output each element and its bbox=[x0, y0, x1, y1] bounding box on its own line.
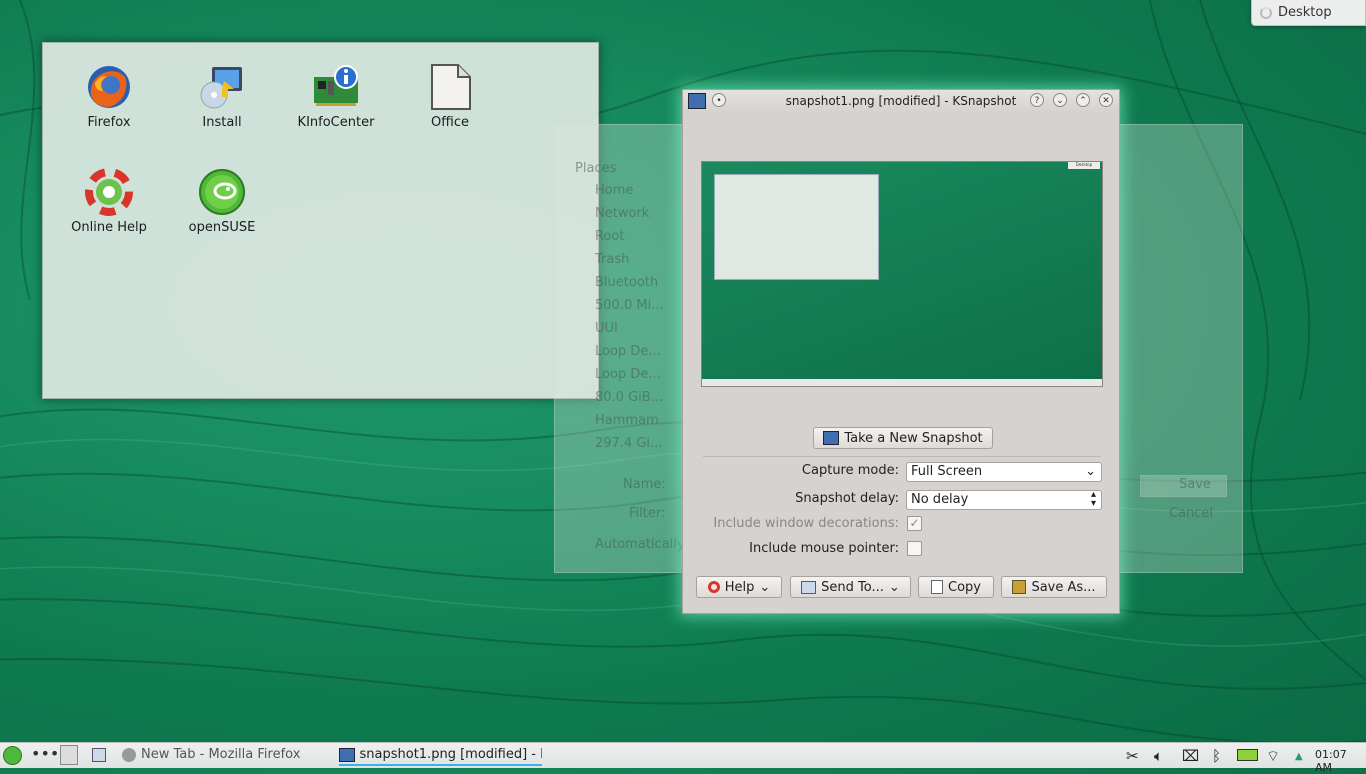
include-decorations-label: Include window decorations: bbox=[713, 516, 899, 531]
more-icon[interactable]: ••• bbox=[31, 744, 59, 763]
task-ksnapshot[interactable]: snapshot1.png [modified] - K bbox=[339, 745, 542, 766]
places-item: Hammam bbox=[595, 413, 659, 428]
install-icon bbox=[198, 63, 246, 111]
desktop-toolbox[interactable]: Desktop bbox=[1251, 0, 1366, 26]
desktop-icon-label: KInfoCenter bbox=[297, 115, 375, 130]
filter-label: Filter: bbox=[629, 506, 666, 521]
office-icon bbox=[426, 63, 474, 111]
ksnapshot-window: • snapshot1.png [modified] - KSnapshot ?… bbox=[682, 89, 1120, 614]
spin-arrows-icon[interactable]: ▴ ▾ bbox=[1091, 490, 1096, 509]
places-item: Home bbox=[595, 183, 634, 198]
desktop-icon-label: Install bbox=[202, 115, 242, 130]
desktop-icon-label: Firefox bbox=[87, 115, 131, 130]
capture-mode-label: Capture mode: bbox=[801, 463, 899, 478]
help-icon[interactable]: ? bbox=[1030, 93, 1044, 107]
application-launcher-icon[interactable] bbox=[3, 746, 22, 765]
name-label: Name: bbox=[623, 477, 666, 492]
task-label: New Tab - Mozilla Firefox bbox=[141, 747, 301, 762]
battery-icon[interactable] bbox=[1237, 749, 1258, 761]
camera-icon bbox=[823, 431, 840, 445]
save-label: Save bbox=[1179, 477, 1211, 492]
places-item: Loop De... bbox=[595, 367, 661, 382]
desktop-toolbox-icon bbox=[1260, 6, 1272, 19]
desktop-icon-office[interactable]: Office bbox=[405, 63, 495, 130]
take-new-snapshot-button[interactable]: Take a New Snapshot bbox=[813, 427, 993, 449]
ksnapshot-task-icon bbox=[339, 747, 355, 762]
places-item: 500.0 Mi... bbox=[595, 298, 664, 313]
desktop-icon-label: openSUSE bbox=[188, 220, 256, 235]
snapshot-delay-label: Snapshot delay: bbox=[795, 491, 899, 506]
copy-button[interactable]: Copy bbox=[918, 576, 994, 598]
cancel-label: Cancel bbox=[1169, 506, 1214, 521]
take-new-snapshot-label: Take a New Snapshot bbox=[844, 430, 983, 446]
separator bbox=[703, 456, 1101, 457]
include-decorations-checkbox[interactable]: ✓ bbox=[907, 516, 922, 531]
wifi-icon[interactable]: ⌔ bbox=[1266, 747, 1280, 766]
desktop-icon-kinfocenter[interactable]: KInfoCenter bbox=[291, 63, 381, 130]
save-as-label: Save As... bbox=[1031, 579, 1096, 595]
bluetooth-icon[interactable]: ᛒ bbox=[1212, 747, 1221, 765]
snapshot-delay-value: No delay bbox=[911, 492, 969, 507]
folder-view-widget: Firefox Install KInfoCenter Office Onlin… bbox=[42, 42, 599, 399]
copy-icon bbox=[931, 580, 943, 594]
copy-label: Copy bbox=[948, 579, 981, 595]
places-item: 297.4 Gi... bbox=[595, 436, 663, 451]
send-icon bbox=[801, 580, 817, 594]
send-to-button[interactable]: Send To... ⌄ bbox=[790, 576, 911, 598]
online-help-icon bbox=[85, 168, 133, 216]
help-label: Help bbox=[724, 579, 755, 595]
chevron-down-icon: ⌄ bbox=[1085, 464, 1096, 479]
capture-mode-value: Full Screen bbox=[911, 464, 983, 479]
places-header: Places bbox=[575, 161, 617, 176]
volume-icon[interactable]: 🔈︎ bbox=[1154, 747, 1163, 765]
device-notifier-icon[interactable]: ⌧ bbox=[1182, 747, 1199, 765]
clock[interactable]: 01:07 AM bbox=[1315, 748, 1366, 774]
desktop-icon-online-help[interactable]: Online Help bbox=[64, 168, 154, 235]
firefox-task-icon bbox=[122, 747, 136, 762]
minimize-icon[interactable]: ⌄ bbox=[1053, 93, 1067, 107]
lifebuoy-icon bbox=[707, 581, 720, 593]
send-to-label: Send To... bbox=[821, 579, 884, 595]
save-as-icon bbox=[1012, 580, 1027, 594]
desktop-icon-opensuse[interactable]: openSUSE bbox=[177, 168, 267, 235]
task-firefox[interactable]: New Tab - Mozilla Firefox bbox=[122, 747, 300, 762]
capture-mode-select[interactable]: Full Screen ⌄ bbox=[906, 462, 1102, 482]
show-desktop-icon[interactable] bbox=[92, 748, 106, 762]
snapshot-preview[interactable]: Desktop bbox=[701, 161, 1103, 387]
places-item: 80.0 GiB... bbox=[595, 390, 664, 405]
task-label: snapshot1.png [modified] - K bbox=[359, 747, 542, 762]
places-item: Network bbox=[595, 206, 650, 221]
desktop-icon-install[interactable]: Install bbox=[177, 63, 267, 130]
opensuse-icon bbox=[198, 168, 246, 216]
preview-folder-view bbox=[714, 174, 879, 280]
ksnapshot-titlebar[interactable]: • snapshot1.png [modified] - KSnapshot ?… bbox=[683, 90, 1119, 112]
preview-taskbar bbox=[702, 379, 1102, 386]
tools-icon[interactable]: ✂ bbox=[1126, 747, 1139, 765]
places-item: UUI bbox=[595, 321, 618, 336]
include-pointer-checkbox[interactable] bbox=[907, 541, 922, 556]
places-item: Root bbox=[595, 229, 625, 244]
desktop-toolbox-label: Desktop bbox=[1278, 5, 1332, 20]
help-button[interactable]: Help ⌄ bbox=[696, 576, 782, 598]
maximize-icon[interactable]: ⌃ bbox=[1076, 93, 1090, 107]
preview-desktop-toolbox: Desktop bbox=[1068, 162, 1100, 169]
snapshot-delay-spinbox[interactable]: No delay ▴ ▾ bbox=[906, 490, 1102, 510]
desktop-icon-label: Office bbox=[431, 115, 469, 130]
places-item: Loop De... bbox=[595, 344, 661, 359]
places-item: Bluetooth bbox=[595, 275, 659, 290]
kinfocenter-icon bbox=[312, 63, 360, 111]
auto-label: Automatically bbox=[595, 537, 685, 552]
desktop-icon-firefox[interactable]: Firefox bbox=[64, 63, 154, 130]
desktop-icon-label: Online Help bbox=[71, 220, 147, 235]
firefox-icon bbox=[85, 63, 133, 111]
close-icon[interactable]: ✕ bbox=[1099, 93, 1113, 107]
chevron-down-icon: ⌄ bbox=[759, 579, 771, 595]
chevron-down-icon: ⌄ bbox=[888, 579, 900, 595]
expand-tray-icon[interactable]: ▲ bbox=[1295, 751, 1303, 762]
include-pointer-label: Include mouse pointer: bbox=[749, 541, 899, 556]
places-item: Trash bbox=[595, 252, 630, 267]
pager-icon[interactable] bbox=[60, 745, 78, 765]
taskbar: ••• New Tab - Mozilla Firefox snapshot1.… bbox=[0, 742, 1366, 774]
save-as-button[interactable]: Save As... bbox=[1001, 576, 1107, 598]
